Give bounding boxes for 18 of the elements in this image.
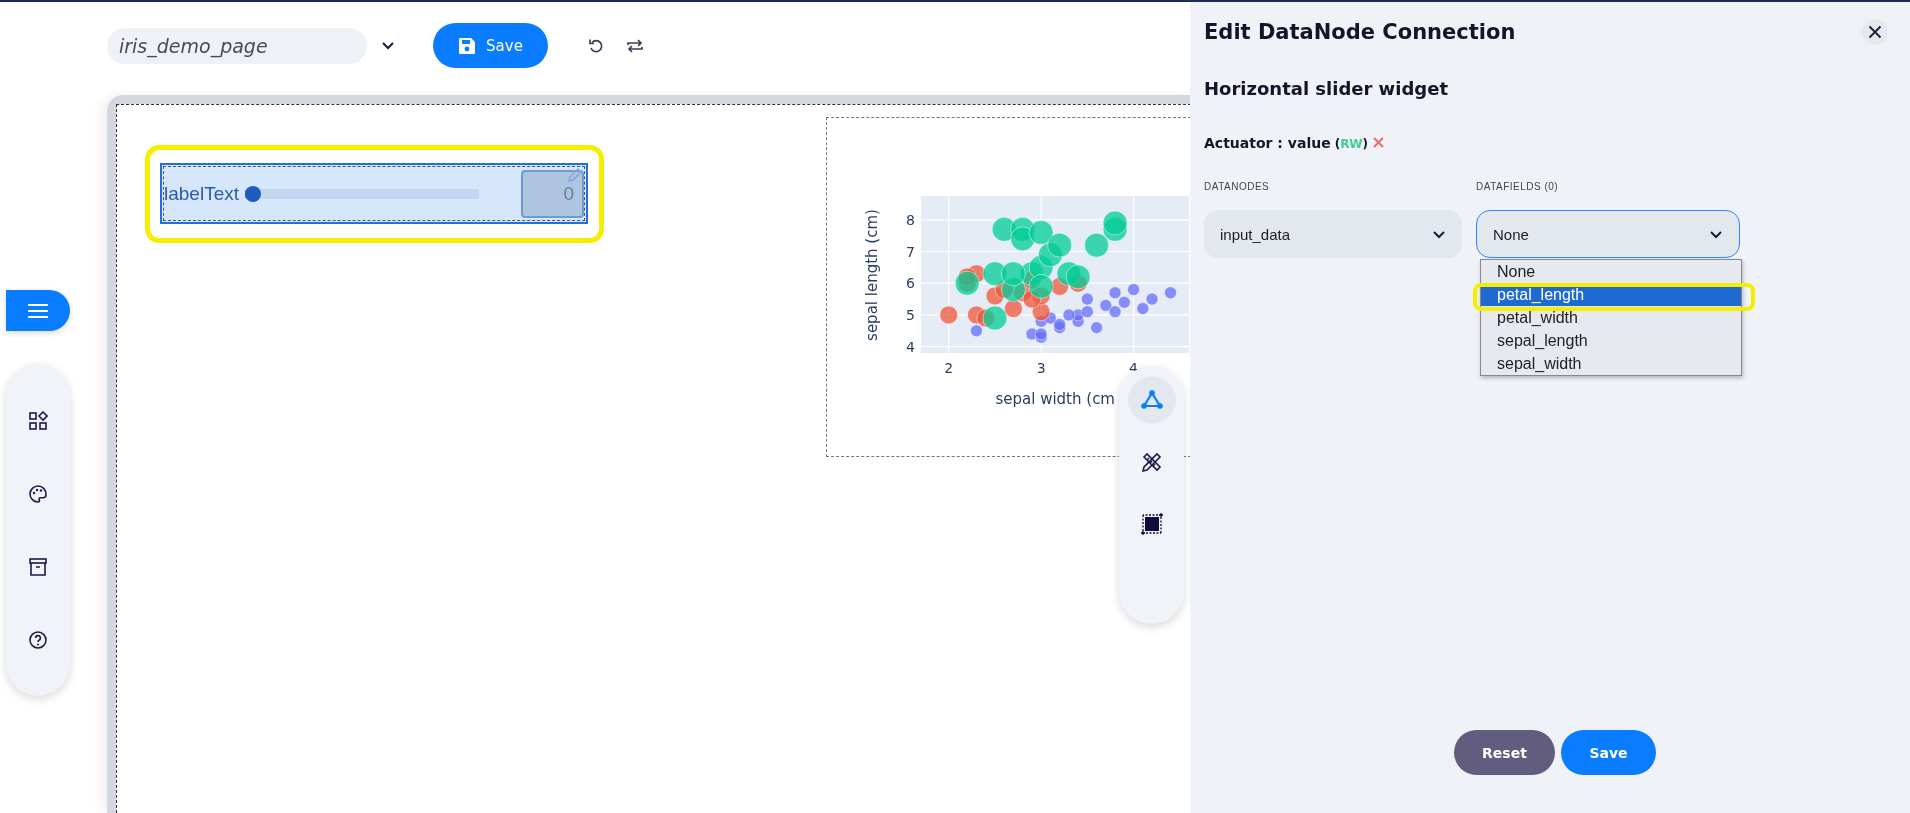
y-tick-label: 4: [906, 338, 915, 355]
x-axis-title: sepal width (cm: [995, 390, 1115, 408]
actuator-label: Actuator : value: [1204, 135, 1331, 151]
x-tick-label: 3: [1036, 360, 1046, 376]
y-tick-label: 8: [906, 211, 915, 228]
x-tick-label: 2: [944, 360, 954, 376]
slider-label: labelText: [164, 182, 239, 205]
field-label: DATAFIELDS (0): [1476, 181, 1560, 192]
y-tick-label: 6: [906, 275, 915, 292]
panel-title: Edit DataNode Connection: [1204, 20, 1516, 44]
y-tick-label: 7: [906, 243, 915, 260]
y-axis-title: sepal length (cm): [863, 209, 881, 341]
access-close: ): [1362, 137, 1369, 151]
access-mode: RW: [1340, 137, 1363, 151]
field-label: DATANODES: [1204, 181, 1271, 192]
y-tick-label: 5: [906, 306, 915, 323]
access-open: (: [1334, 137, 1341, 151]
panel-subtitle: Horizontal slider widget: [1204, 78, 1449, 99]
